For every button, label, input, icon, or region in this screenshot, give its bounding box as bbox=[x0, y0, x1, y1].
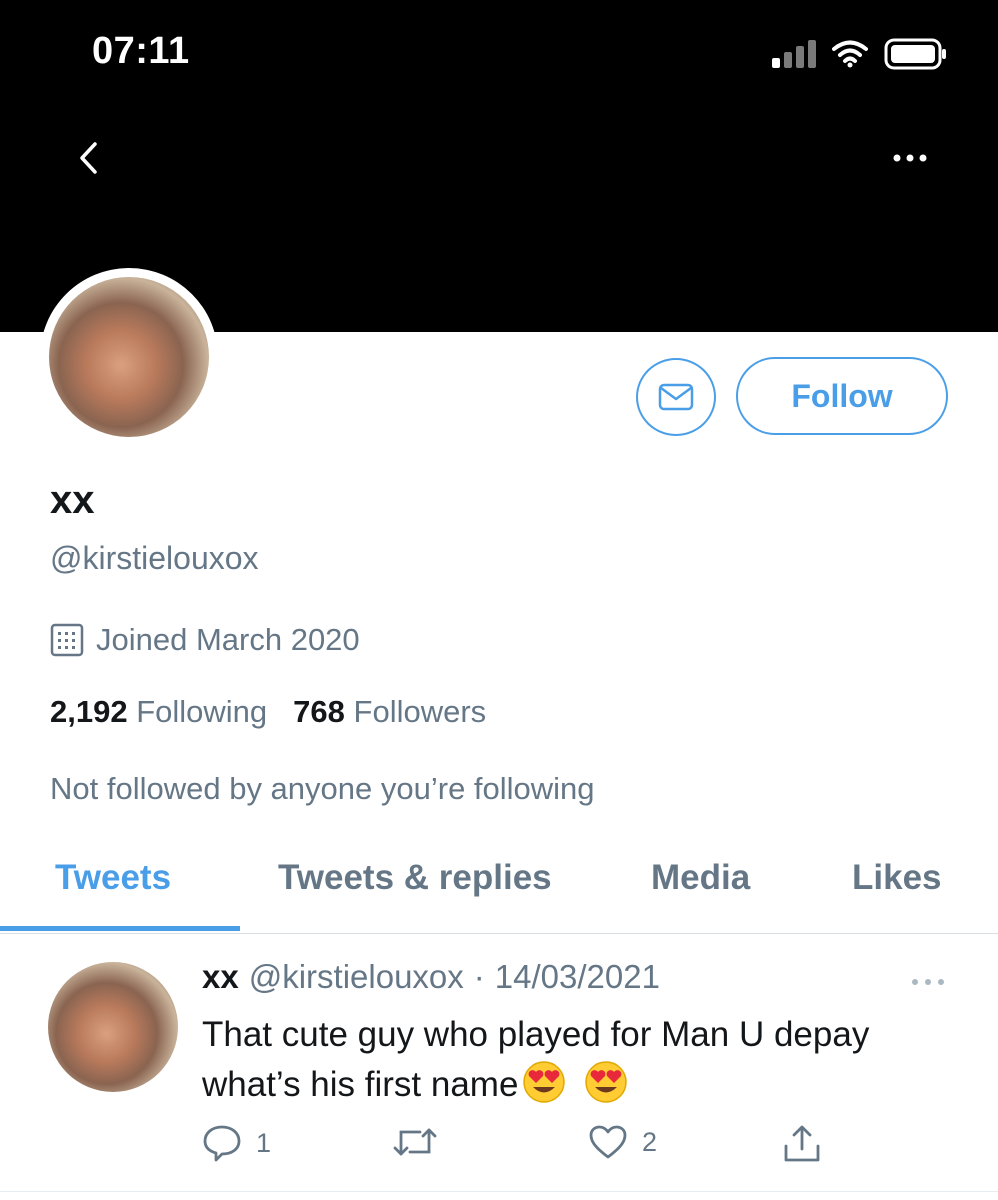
reply-icon bbox=[203, 1125, 241, 1162]
tweet-author-name[interactable]: xx bbox=[202, 958, 239, 996]
heart-eyes-emoji bbox=[585, 1061, 628, 1103]
message-button[interactable] bbox=[636, 358, 716, 436]
follow-stats: 2,192 Following 768 Followers bbox=[50, 694, 486, 730]
tweet[interactable]: xx @kirstielouxox · 14/03/2021 That cute… bbox=[0, 934, 998, 1192]
followers-count: 768 bbox=[293, 694, 345, 729]
retweet-button[interactable] bbox=[392, 1124, 438, 1160]
joined-date: Joined March 2020 bbox=[50, 622, 360, 658]
heart-eyes-emoji bbox=[523, 1061, 566, 1103]
mail-icon bbox=[658, 383, 694, 411]
share-button[interactable] bbox=[782, 1124, 822, 1164]
tab-likes[interactable]: Likes bbox=[852, 858, 942, 898]
followers-label: Followers bbox=[353, 694, 487, 729]
tweet-separator: · bbox=[473, 958, 485, 995]
tab-tweets-replies[interactable]: Tweets & replies bbox=[278, 858, 552, 898]
like-button[interactable]: 2 bbox=[588, 1124, 657, 1160]
tab-tweets[interactable]: Tweets bbox=[55, 858, 171, 898]
status-time: 07:11 bbox=[92, 30, 190, 72]
back-chevron-icon bbox=[80, 142, 97, 174]
tab-media[interactable]: Media bbox=[651, 858, 750, 898]
like-count: 2 bbox=[642, 1126, 658, 1157]
joined-text: Joined March 2020 bbox=[96, 622, 360, 657]
retweet-icon bbox=[393, 1128, 437, 1156]
tweet-more-button[interactable] bbox=[908, 972, 948, 992]
tweet-avatar[interactable] bbox=[48, 962, 178, 1092]
followers-stat[interactable]: 768 Followers bbox=[293, 694, 486, 730]
following-count: 2,192 bbox=[50, 694, 128, 729]
more-dots-icon bbox=[912, 979, 944, 985]
reply-count: 1 bbox=[256, 1127, 272, 1158]
follow-button[interactable]: Follow bbox=[736, 357, 948, 435]
tweet-header: xx @kirstielouxox · 14/03/2021 bbox=[202, 958, 660, 996]
profile-handle: @kirstielouxox bbox=[50, 540, 259, 576]
back-button[interactable] bbox=[70, 138, 106, 178]
active-tab-indicator bbox=[0, 926, 240, 931]
reply-button[interactable]: 1 bbox=[202, 1124, 271, 1162]
profile-tabs: Tweets Tweets & replies Media Likes bbox=[0, 858, 998, 934]
tweet-date: 14/03/2021 bbox=[494, 958, 660, 995]
followed-by-info: Not followed by anyone you’re following bbox=[50, 771, 595, 806]
profile-avatar[interactable] bbox=[40, 268, 218, 446]
tweet-actions: 1 2 bbox=[0, 1124, 998, 1172]
more-dots-icon bbox=[893, 154, 927, 162]
signal-icon bbox=[772, 40, 816, 68]
battery-icon bbox=[884, 38, 946, 70]
like-icon bbox=[589, 1125, 627, 1159]
status-icons bbox=[772, 38, 948, 70]
following-label: Following bbox=[136, 694, 268, 729]
calendar-icon bbox=[50, 623, 84, 657]
tweet-text: That cute guy who played for Man U depay… bbox=[202, 1010, 962, 1110]
avatar-photo bbox=[49, 277, 209, 437]
tweet-author-handle: @kirstielouxox bbox=[248, 958, 464, 995]
more-options-button[interactable] bbox=[890, 140, 930, 176]
display-name: xx bbox=[50, 478, 95, 522]
following-stat[interactable]: 2,192 Following bbox=[50, 694, 267, 730]
share-icon bbox=[784, 1125, 820, 1162]
wifi-icon bbox=[832, 40, 868, 68]
